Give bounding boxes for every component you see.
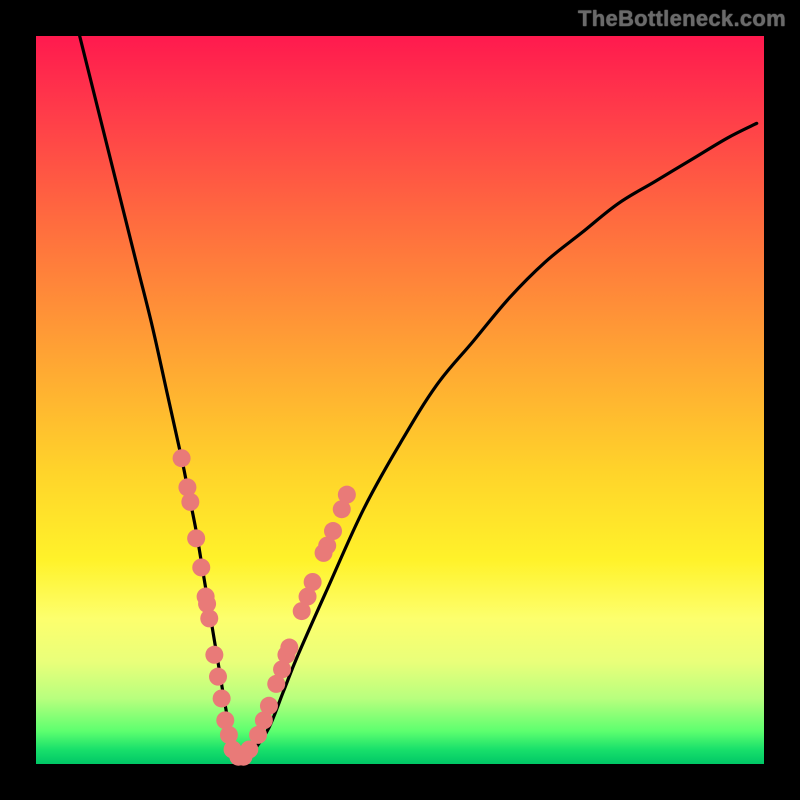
highlight-point — [324, 522, 342, 540]
highlight-point — [192, 558, 210, 576]
highlight-point — [260, 697, 278, 715]
highlight-point — [181, 493, 199, 511]
highlight-point — [213, 689, 231, 707]
highlight-point — [187, 529, 205, 547]
highlight-point — [209, 668, 227, 686]
highlight-point — [304, 573, 322, 591]
highlight-point — [173, 449, 191, 467]
highlight-markers — [173, 449, 356, 765]
highlight-point — [280, 639, 298, 657]
plot-area — [36, 36, 764, 764]
chart-frame: TheBottleneck.com — [0, 0, 800, 800]
bottleneck-curve — [80, 36, 757, 758]
chart-overlay — [36, 36, 764, 764]
highlight-point — [200, 609, 218, 627]
watermark-text: TheBottleneck.com — [578, 6, 786, 32]
highlight-point — [338, 486, 356, 504]
highlight-point — [205, 646, 223, 664]
